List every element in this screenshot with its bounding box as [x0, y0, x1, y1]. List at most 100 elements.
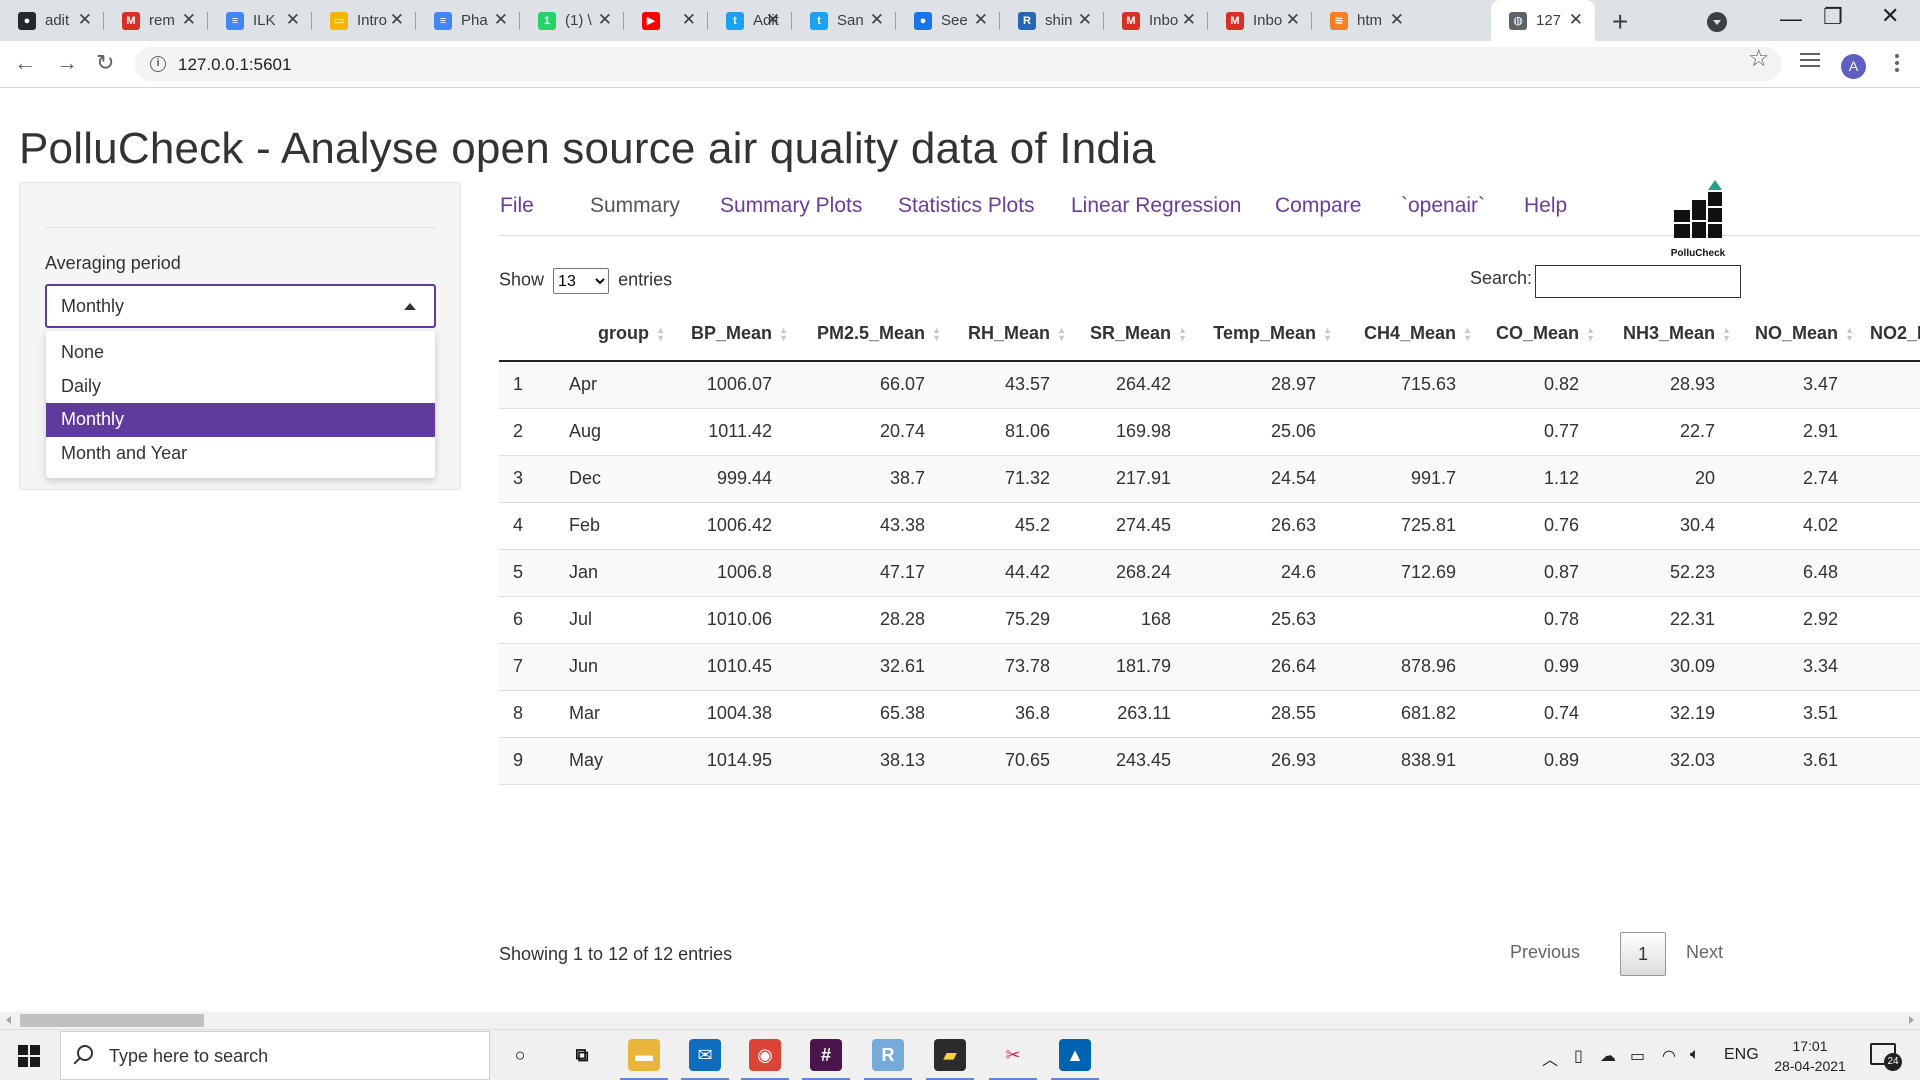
page-length-select[interactable]: 13	[553, 268, 610, 294]
search-input[interactable]	[1535, 265, 1741, 298]
column-header[interactable]: PM2.5_Mean ▲ ▼	[794, 306, 947, 362]
back-icon[interactable]: ←	[14, 50, 36, 76]
close-tab-icon[interactable]: ✕	[682, 10, 696, 30]
r-studio-icon[interactable]: R	[872, 1039, 904, 1071]
task-view-icon[interactable]: ⧉	[566, 1039, 598, 1071]
browser-tab[interactable]: ≡ Pha ✕	[416, 0, 520, 41]
sort-icon[interactable]: ▲ ▼	[656, 326, 665, 343]
tab-statistics-plots[interactable]: Statistics Plots	[898, 186, 1035, 236]
sort-icon[interactable]: ▲ ▼	[1586, 326, 1595, 343]
maximize-icon[interactable]: ❐	[1823, 4, 1843, 30]
column-header[interactable]	[499, 306, 555, 362]
browser-tab[interactable]: Mrem ✕	[104, 0, 208, 41]
taskbar-search-box[interactable]: Type here to search	[60, 1031, 490, 1080]
previous-page-button[interactable]: Previous	[1510, 942, 1580, 963]
url-text[interactable]: 127.0.0.1:5601	[178, 55, 291, 75]
browser-tab[interactable]: ▭ Intro ✕	[312, 0, 416, 41]
browser-menu-icon[interactable]	[1895, 54, 1899, 75]
column-header[interactable]: SR_Mean ▲ ▼	[1072, 306, 1193, 362]
sticky-notes-icon[interactable]: ▰	[934, 1039, 966, 1071]
close-tab-icon[interactable]: ✕	[974, 10, 988, 30]
cloud-icon[interactable]: ☁	[1600, 1046, 1616, 1066]
browser-tab[interactable]: ◍ 127 ✕	[1491, 0, 1595, 41]
notification-center-icon[interactable]: 24	[1870, 1043, 1902, 1071]
browser-tab[interactable]: ▶ ✕	[624, 0, 708, 41]
cortana-icon[interactable]: ○	[504, 1039, 536, 1071]
close-tab-icon[interactable]: ✕	[766, 10, 780, 30]
close-tab-icon[interactable]: ✕	[1182, 10, 1196, 30]
close-tab-icon[interactable]: ✕	[390, 10, 404, 30]
column-header[interactable]: BP_Mean ▲ ▼	[671, 306, 794, 362]
tab-summary-plots[interactable]: Summary Plots	[720, 186, 862, 236]
photos-icon[interactable]: ▲	[1059, 1039, 1091, 1071]
option-daily[interactable]: Daily	[46, 370, 435, 404]
tab-linear-regression[interactable]: Linear Regression	[1071, 186, 1241, 236]
show-hidden-icons-icon[interactable]: ︿	[1542, 1046, 1558, 1070]
sort-icon[interactable]: ▲ ▼	[1845, 326, 1854, 343]
browser-tab[interactable]: ● See ✕	[896, 0, 1000, 41]
column-header[interactable]: NH3_Mean ▲ ▼	[1601, 306, 1737, 362]
browser-tab[interactable]: ● adit ✕	[0, 0, 104, 41]
table-row[interactable]: 1 Apr 1006.07 66.07 43.57 264.42 28.97 715.63 0.…	[499, 360, 1920, 408]
column-header[interactable]: NO_Mean ▲ ▼	[1737, 306, 1860, 362]
new-tab-button[interactable]: +	[1612, 6, 1628, 38]
browser-tab[interactable]: ≡ ILK ✕	[208, 0, 312, 41]
close-tab-icon[interactable]: ✕	[1390, 10, 1404, 30]
minimize-icon[interactable]: —	[1780, 6, 1802, 32]
address-bar[interactable]: i 127.0.0.1:5601	[134, 47, 1782, 81]
browser-tab[interactable]: 1 (1) \ ✕	[520, 0, 624, 41]
language-indicator[interactable]: ENG	[1724, 1046, 1759, 1064]
table-row[interactable]: 10Nov998.7326.5868.82247.5225.75917.061.…	[499, 783, 1920, 786]
tab-openair[interactable]: `openair`	[1401, 186, 1485, 236]
table-row[interactable]: 4 Feb 1006.42 43.38 45.2 274.45 26.63 725.81 0.7…	[499, 501, 1920, 549]
close-tab-icon[interactable]: ✕	[598, 10, 612, 30]
mail-icon[interactable]: ✉	[689, 1039, 721, 1071]
column-header[interactable]: NO2_Mea▲▼	[1860, 306, 1920, 362]
sort-icon[interactable]: ▲ ▼	[779, 326, 788, 343]
forward-icon[interactable]: →	[56, 50, 78, 76]
bookmark-star-icon[interactable]: ☆	[1748, 44, 1770, 73]
averaging-period-select[interactable]: Monthly	[45, 284, 436, 328]
sort-icon[interactable]: ▲ ▼	[1057, 326, 1066, 343]
sort-icon[interactable]: ▲ ▼	[1722, 326, 1731, 343]
table-row[interactable]: 3 Dec 999.44 38.7 71.32 217.91 24.54 991.7 1.12 2…	[499, 454, 1920, 502]
option-monthly[interactable]: Monthly	[46, 403, 435, 437]
close-tab-icon[interactable]: ✕	[494, 10, 508, 30]
column-header[interactable]: Temp_Mean ▲ ▼	[1193, 306, 1338, 362]
browser-tab[interactable]: M Inbo ✕	[1208, 0, 1312, 41]
column-header[interactable]: CO_Mean ▲ ▼	[1478, 306, 1601, 362]
browser-tab[interactable]: ≋ htm ✕	[1312, 0, 1416, 41]
scroll-right-icon[interactable]	[1909, 1016, 1914, 1024]
scroll-left-icon[interactable]	[6, 1016, 11, 1024]
page-1-button[interactable]: 1	[1620, 932, 1666, 976]
system-clock[interactable]: 17:01 28-04-2021	[1772, 1036, 1848, 1076]
browser-tab[interactable]: t Adit ✕	[708, 0, 792, 41]
device-icon[interactable]: ▯	[1574, 1046, 1583, 1066]
battery-icon[interactable]: ▭	[1630, 1046, 1645, 1066]
column-header[interactable]: RH_Mean ▲ ▼	[947, 306, 1072, 362]
snip-sketch-icon[interactable]: ✂	[997, 1039, 1029, 1071]
wifi-icon[interactable]: ◠	[1662, 1046, 1676, 1066]
windows-start-icon[interactable]	[18, 1045, 40, 1067]
slack-icon[interactable]: #	[810, 1039, 842, 1071]
browser-tab[interactable]: t San ✕	[792, 0, 896, 41]
close-tab-icon[interactable]: ✕	[1286, 10, 1300, 30]
media-control-icon[interactable]	[1800, 53, 1820, 69]
table-row[interactable]: 9 May 1014.95 38.13 70.65 243.45 26.93 838.91 0.…	[499, 736, 1920, 784]
column-header[interactable]: group ▲ ▼	[555, 306, 671, 362]
option-month-and-year[interactable]: Month and Year	[46, 437, 435, 471]
tab-summary[interactable]: Summary	[571, 186, 699, 236]
close-tab-icon[interactable]: ✕	[870, 10, 884, 30]
sort-icon[interactable]: ▲ ▼	[1178, 326, 1187, 343]
horizontal-scrollbar[interactable]	[0, 1012, 1920, 1029]
tab-search-icon[interactable]	[1707, 12, 1727, 32]
profile-avatar[interactable]: A	[1841, 54, 1866, 79]
site-info-icon[interactable]: i	[150, 56, 166, 72]
close-window-icon[interactable]: ✕	[1881, 3, 1899, 29]
chrome-icon[interactable]: ◉	[749, 1039, 781, 1071]
tab-help[interactable]: Help	[1524, 186, 1567, 236]
close-tab-icon[interactable]: ✕	[286, 10, 300, 30]
table-row[interactable]: 8 Mar 1004.38 65.38 36.8 263.11 28.55 681.82 0.7…	[499, 689, 1920, 737]
close-tab-icon[interactable]: ✕	[78, 10, 92, 30]
sort-icon[interactable]: ▲ ▼	[932, 326, 941, 343]
